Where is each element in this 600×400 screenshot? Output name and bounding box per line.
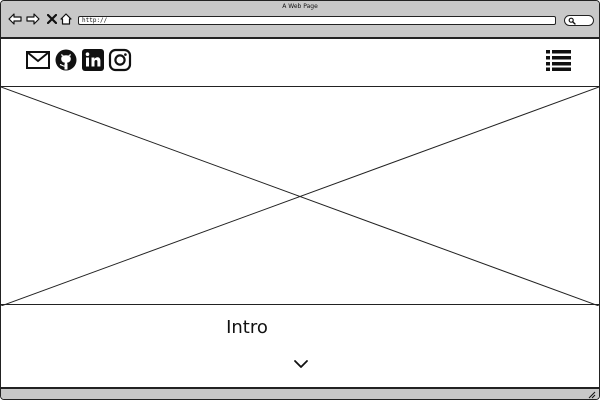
url-text: http://	[82, 17, 108, 24]
image-placeholder-icon	[1, 87, 599, 306]
window-title: A Web Page	[282, 3, 318, 10]
browser-toolbar: A Web Page http://	[1, 1, 599, 39]
forward-arrow-icon[interactable]	[26, 12, 40, 26]
resize-grip-icon[interactable]	[588, 391, 596, 399]
linkedin-icon[interactable]	[81, 48, 105, 72]
browser-window: A Web Page http:// Intro	[0, 0, 600, 400]
back-arrow-icon[interactable]	[8, 12, 22, 26]
github-icon[interactable]	[54, 48, 78, 72]
intro-heading: Intro	[226, 317, 268, 338]
search-button[interactable]	[564, 15, 594, 26]
status-bar	[1, 387, 599, 399]
home-icon[interactable]	[59, 12, 73, 26]
instagram-icon[interactable]	[108, 48, 132, 72]
site-header	[1, 39, 599, 86]
hero-image-placeholder	[1, 86, 599, 306]
close-icon[interactable]	[45, 12, 59, 26]
mail-icon[interactable]	[26, 48, 50, 72]
search-icon	[568, 17, 576, 25]
chevron-down-icon[interactable]	[293, 355, 309, 368]
url-input[interactable]: http://	[78, 16, 556, 25]
list-menu-icon[interactable]	[546, 49, 571, 71]
